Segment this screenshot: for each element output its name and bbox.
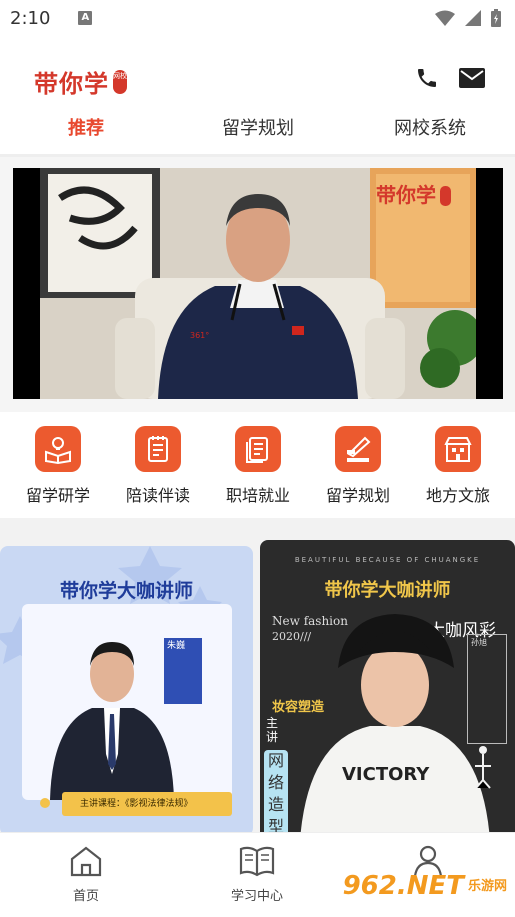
- quick-nav-label: 留学研学: [25, 486, 90, 505]
- logo-text: 带你学: [34, 69, 109, 98]
- quick-nav-vocational-training[interactable]: 职培就业: [208, 426, 308, 506]
- document-icon: [235, 426, 281, 472]
- quick-nav-study-planning[interactable]: 留学规划: [308, 426, 408, 506]
- video-thumbnail: 361° 带你学: [40, 168, 476, 399]
- video-player[interactable]: 361° 带你学: [13, 168, 503, 399]
- app-logo: 带你学 网校: [34, 64, 127, 99]
- status-indicators: [435, 9, 501, 27]
- quick-nav-companion-study[interactable]: 陪读伴读: [108, 426, 208, 506]
- quick-nav-label: 留学规划: [325, 486, 390, 505]
- site-watermark: 962.NET 乐游网: [343, 871, 507, 901]
- card-course-text: 网络造型: [264, 750, 288, 832]
- quick-nav-study-tour[interactable]: 留学研学: [8, 426, 108, 506]
- teacher-name-box: 孙旭: [467, 634, 507, 744]
- bullet-dot: [40, 798, 50, 808]
- bottom-nav-home[interactable]: 首页: [26, 845, 146, 904]
- course-label: 主讲课程：《影视法律法规》: [62, 792, 232, 816]
- status-time: 2:10: [10, 7, 51, 29]
- mail-icon[interactable]: [459, 68, 485, 88]
- section-gap: [0, 518, 515, 526]
- quick-nav-label: 职培就业: [225, 486, 290, 505]
- top-tabs: 推荐 留学规划 网校系统: [0, 106, 515, 161]
- book-bulb-icon: [35, 426, 81, 472]
- wifi-icon: [435, 10, 455, 26]
- tab-study-abroad-planning[interactable]: 留学规划: [208, 114, 308, 140]
- app-header: 带你学 网校: [0, 58, 515, 104]
- svg-text:361°: 361°: [190, 331, 209, 340]
- phone-icon[interactable]: [415, 66, 439, 90]
- home-icon: [70, 846, 102, 877]
- tab-online-school-system[interactable]: 网校系统: [380, 114, 480, 140]
- status-bar: 2:10 A: [0, 0, 515, 36]
- teacher-name-box: 朱巍: [164, 638, 202, 704]
- video-watermark-text: 带你学: [376, 183, 436, 207]
- watermark-logo-text: 962.NET: [342, 871, 464, 901]
- notepad-icon: [135, 426, 181, 472]
- logo-badge: 网校: [113, 69, 127, 94]
- watermark-site-name: 乐游网: [467, 878, 507, 894]
- card-style-text: 妆容塑造: [272, 700, 325, 715]
- teacher-cards: 带你学大咖讲师 朱巍 主讲课程：《影视法律法规》 BEAUTIFUL BECAU…: [0, 526, 515, 832]
- teacher-card-makeup[interactable]: BEAUTIFUL BECAUSE OF CHUANGKE 带你学大咖讲师 Ne…: [260, 540, 515, 832]
- svg-text:VICTORY: VICTORY: [342, 764, 430, 785]
- bottom-nav-label: 学习中心: [230, 889, 283, 904]
- signal-icon: [465, 10, 481, 26]
- teacher-card-law[interactable]: 带你学大咖讲师 朱巍 主讲课程：《影视法律法规》: [0, 546, 253, 832]
- quick-nav-local-culture-tourism[interactable]: 地方文旅: [408, 426, 508, 506]
- bottom-nav: 首页 学习中心 962.NET 乐游网: [0, 832, 515, 917]
- card-title: 带你学大咖讲师: [59, 580, 193, 602]
- battery-icon: [491, 9, 501, 27]
- header-actions: [415, 66, 485, 90]
- video-frame: 361° 带你学: [40, 168, 476, 399]
- bottom-nav-study-center[interactable]: 学习中心: [197, 845, 317, 904]
- tab-label: 留学规划: [222, 118, 294, 139]
- quick-nav: 留学研学 陪读伴读 职培就业 留学规划 地方文旅: [0, 412, 515, 518]
- open-book-icon: [239, 846, 275, 877]
- tab-label: 推荐: [68, 118, 104, 139]
- bottom-nav-label: 首页: [72, 889, 99, 904]
- quick-nav-label: 地方文旅: [425, 486, 490, 505]
- notification-icon: A: [78, 11, 93, 25]
- tab-recommend[interactable]: 推荐: [48, 114, 124, 161]
- quick-nav-label: 陪读伴读: [125, 486, 190, 505]
- building-icon: [435, 426, 481, 472]
- tab-label: 网校系统: [394, 118, 466, 139]
- card-main-text: 主讲: [266, 716, 279, 744]
- banner-section: 361° 带你学: [0, 157, 515, 412]
- pen-write-icon: [335, 426, 381, 472]
